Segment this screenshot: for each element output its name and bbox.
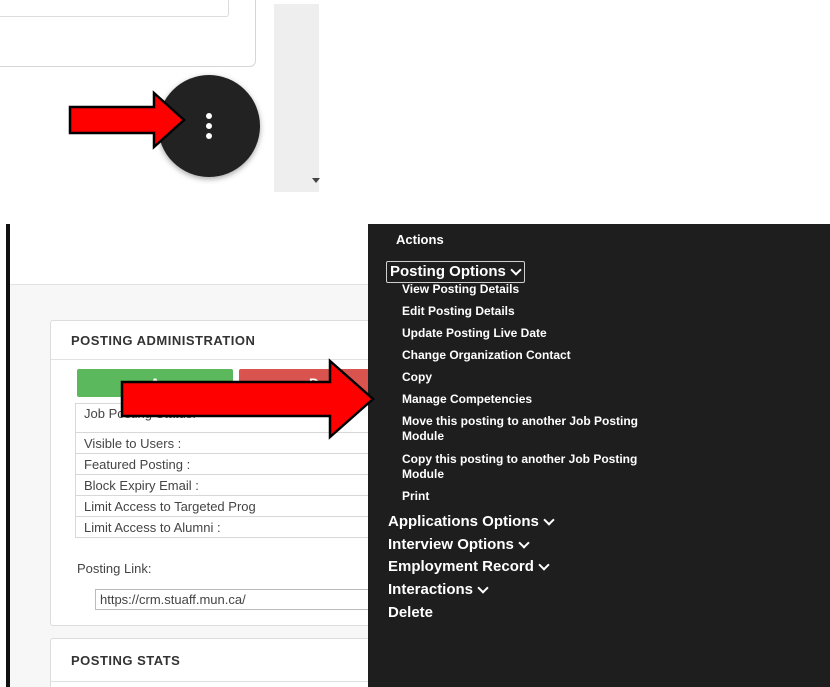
posting-administration-title: POSTING ADMINISTRATION — [71, 333, 256, 348]
employment-record-toggle[interactable]: Employment Record — [388, 558, 550, 575]
menu-item-view-posting-details[interactable]: View Posting Details — [402, 281, 519, 297]
menu-item-move-posting[interactable]: Move this posting to another Job Posting — [402, 413, 638, 429]
red-arrow-annotation-bottom — [118, 358, 376, 440]
menu-item-manage-competencies[interactable]: Manage Competencies — [402, 391, 532, 407]
chevron-down-icon — [518, 536, 530, 549]
interview-options-toggle[interactable]: Interview Options — [388, 536, 530, 553]
posting-link-field[interactable]: https://crm.stuaff.mun.ca/ — [95, 589, 395, 610]
scrollbar-track[interactable] — [274, 4, 319, 192]
chevron-down-icon — [538, 558, 550, 571]
delete-menu-item[interactable]: Delete — [388, 604, 433, 621]
divider — [51, 681, 391, 682]
scroll-down-arrow-icon[interactable] — [312, 178, 320, 183]
posting-stats-title: POSTING STATS — [71, 653, 181, 668]
posting-options-label: Posting Options — [390, 263, 506, 280]
applications-options-label: Applications Options — [388, 513, 539, 530]
menu-item-edit-posting-details[interactable]: Edit Posting Details — [402, 303, 515, 319]
menu-item-change-organization-contact[interactable]: Change Organization Contact — [402, 347, 571, 363]
actions-menu-header: Actions — [396, 232, 444, 247]
interview-options-label: Interview Options — [388, 536, 514, 553]
interactions-label: Interactions — [388, 581, 474, 598]
employment-record-label: Employment Record — [388, 558, 534, 575]
chevron-down-icon — [510, 263, 522, 276]
applications-options-toggle[interactable]: Applications Options — [388, 513, 555, 530]
page-header-area — [10, 224, 370, 285]
menu-item-print[interactable]: Print — [402, 488, 429, 504]
table-row: Block Expiry Email : — [75, 474, 391, 496]
posting-options-toggle[interactable]: Posting Options — [386, 261, 525, 283]
actions-menu: Actions Posting Options View Posting Det… — [368, 224, 830, 687]
interactions-toggle[interactable]: Interactions — [388, 581, 489, 598]
menu-item-copy-posting[interactable]: Copy this posting to another Job Posting — [402, 451, 637, 467]
posting-link-label: Posting Link: — [77, 561, 152, 576]
chevron-down-icon — [543, 513, 555, 526]
table-row: Featured Posting : — [75, 453, 391, 475]
menu-item-update-posting-live-date[interactable]: Update Posting Live Date — [402, 325, 547, 341]
more-vertical-icon — [206, 113, 212, 139]
table-row: Limit Access to Targeted Prog — [75, 495, 391, 517]
menu-item-move-posting-line2[interactable]: Module — [402, 428, 444, 444]
menu-item-copy[interactable]: Copy — [402, 369, 432, 385]
delete-label: Delete — [388, 604, 434, 621]
chevron-down-icon — [477, 581, 489, 594]
red-arrow-annotation-top — [68, 90, 186, 150]
posting-stats-card: POSTING STATS — [50, 638, 392, 687]
table-row: Limit Access to Alumni : — [75, 516, 391, 538]
top-card-inner — [0, 0, 229, 17]
menu-item-copy-posting-line2[interactable]: Module — [402, 466, 444, 482]
